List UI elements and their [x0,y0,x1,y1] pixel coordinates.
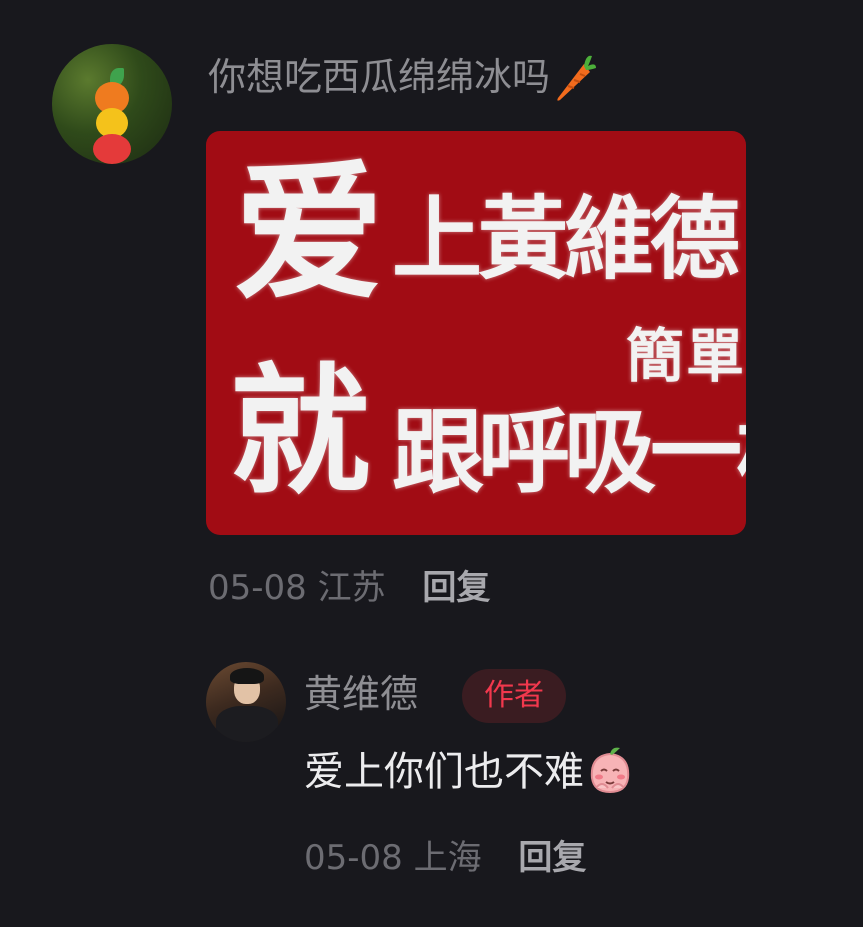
commenter-name-text: 你想吃西瓜绵绵冰吗 [208,55,551,99]
author-username[interactable]: 黄维德 [304,669,418,719]
comment-sticker-image[interactable]: 爱 上黃維德 簡單 就 跟呼吸一樣 [206,131,746,535]
commenter-username[interactable]: 你想吃西瓜绵绵冰吗 [208,52,597,102]
reply-location: 上海 [413,838,482,878]
comment-meta: 05-08 江苏 回复 [208,566,490,610]
sticker-line2-big: 就 [230,351,371,514]
peach-blush-icon [586,744,634,796]
sticker-line2-rest: 跟呼吸一樣 [392,399,746,506]
author-badge: 作者 [462,669,566,723]
comment-location: 江苏 [317,568,386,608]
reply-reply-button[interactable]: 回复 [518,838,586,878]
commenter-avatar[interactable] [52,44,172,164]
carrot-icon [550,52,597,102]
comment-date: 05-08 [208,568,307,608]
reply-date: 05-08 [304,838,403,878]
reply-text: 爱上你们也不难 [304,749,584,795]
comment-reply-button[interactable]: 回复 [422,568,490,608]
sticker-line1-rest: 上黃維德 [392,187,740,292]
sticker-line1-big: 爱 [234,147,385,321]
author-avatar[interactable] [206,662,286,742]
sticker-line2-small: 簡單 [626,322,746,390]
reply-content: 爱上你们也不难 [304,744,634,800]
reply-meta: 05-08 上海 回复 [304,836,586,880]
